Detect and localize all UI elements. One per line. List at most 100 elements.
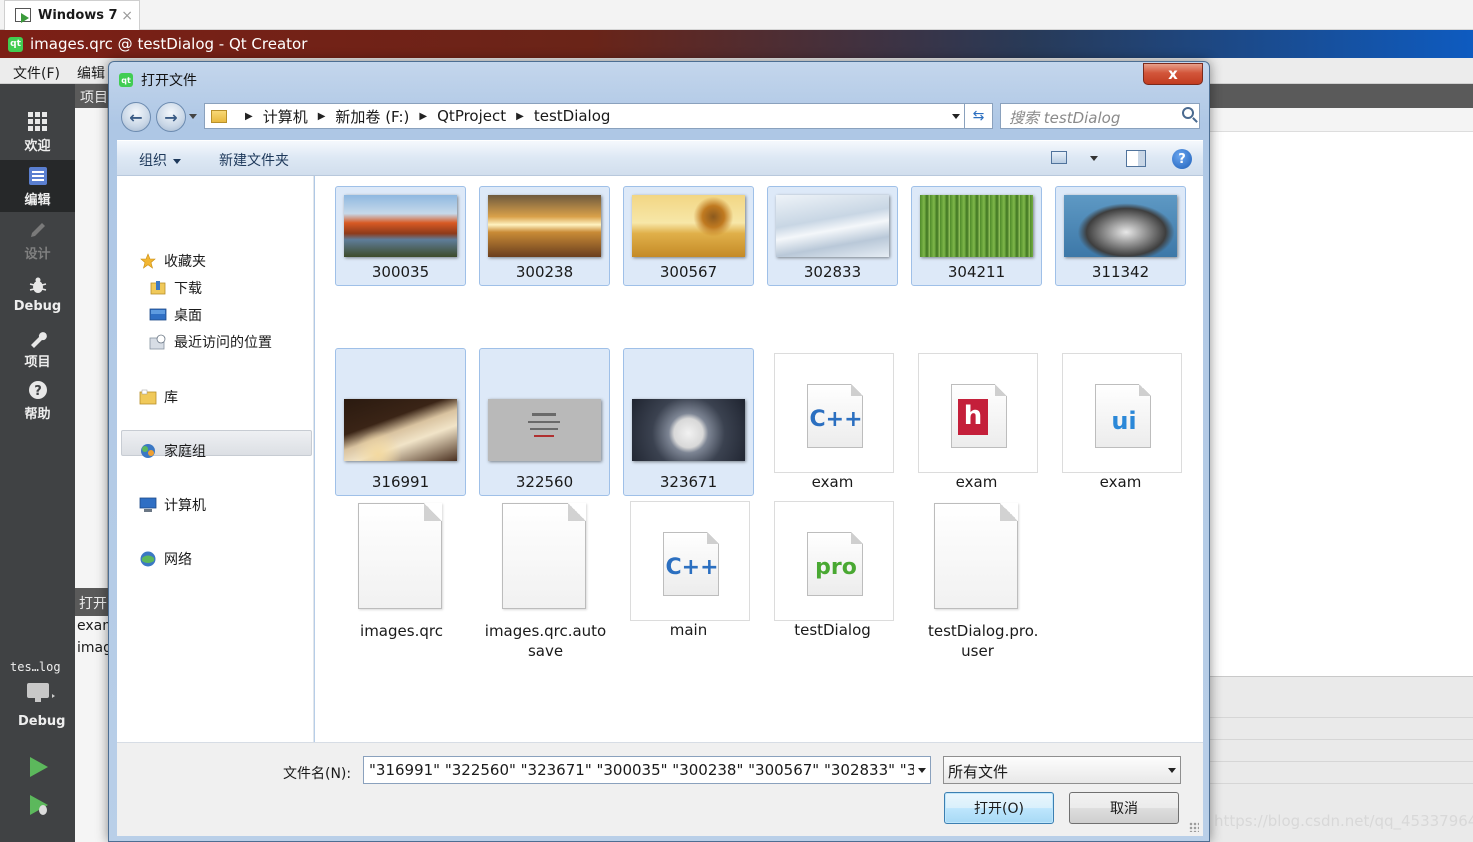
desktop-icon [149, 306, 167, 324]
file-item-322560[interactable]: 322560 [479, 348, 610, 496]
chevron-right-icon[interactable]: ▶ [318, 111, 326, 122]
file-item-exam-ui[interactable]: ui exam [1055, 348, 1186, 496]
mode-label: Debug [13, 298, 62, 314]
mode-edit[interactable]: 编辑 [0, 160, 75, 212]
file-item-300238[interactable]: 300238 [479, 186, 610, 286]
breadcrumb-drive[interactable]: 新加卷 (F:) [335, 106, 409, 127]
nav-favorites[interactable]: 收藏夹 [139, 251, 206, 271]
file-item-300567[interactable]: 300567 [623, 186, 754, 286]
search-input[interactable]: 搜索 testDialog [1000, 103, 1200, 129]
file-item-images-qrc-autosave[interactable]: images.qrc.auto save [479, 496, 610, 660]
view-options-dropdown[interactable] [1090, 156, 1098, 161]
file-item-304211[interactable]: 304211 [911, 186, 1042, 286]
nav-recent-places[interactable]: 最近访问的位置 [149, 332, 272, 352]
file-icon-frame: h [918, 353, 1038, 473]
nav-homegroup[interactable]: 家庭组 [139, 441, 206, 461]
change-view-icon[interactable] [1051, 151, 1067, 164]
file-item-316991[interactable]: 316991 [335, 348, 466, 496]
recent-places-icon [149, 333, 167, 351]
navigation-pane: 收藏夹 下载 桌面 最近访问的位置 库 家庭组 计算机 网络 [117, 176, 314, 742]
mode-design[interactable]: 设计 [0, 214, 75, 266]
debug-run-icon[interactable] [28, 794, 52, 822]
back-button[interactable]: ← [121, 102, 151, 132]
filename-input[interactable]: "316991" "322560" "323671" "300035" "300… [363, 756, 931, 784]
file-list-view: 300035 300238 300567 302833 304211 31134… [315, 176, 1203, 742]
refresh-button[interactable]: ⇆ [965, 103, 993, 129]
open-doc-item[interactable]: imag [77, 640, 108, 656]
bug-icon [26, 275, 50, 297]
file-badge: C++ [665, 555, 719, 580]
file-item-main-cpp[interactable]: C++ main [623, 496, 754, 644]
address-dropdown-icon[interactable] [952, 114, 960, 119]
vm-tab-bar: Windows 7 × [0, 0, 1473, 30]
recent-locations-dropdown[interactable] [189, 114, 197, 119]
chevron-right-icon[interactable]: ▶ [245, 111, 253, 122]
nav-label: 计算机 [164, 498, 206, 514]
file-item-exam-h[interactable]: h exam [911, 348, 1042, 496]
vm-tab-windows7[interactable]: Windows 7 × [4, 0, 140, 30]
file-name: 322560 [515, 473, 574, 491]
address-bar[interactable]: ▶ 计算机 ▶ 新加卷 (F:) ▶ QtProject ▶ testDialo… [204, 103, 965, 129]
file-type-select[interactable]: 所有文件 [943, 756, 1181, 784]
menu-file[interactable]: 文件(F) [13, 63, 60, 83]
close-icon[interactable]: × [121, 8, 133, 24]
file-name: images.qrc [360, 622, 443, 640]
open-button[interactable]: 打开(O) [944, 792, 1054, 824]
svg-text:?: ? [34, 384, 42, 399]
monitor-icon[interactable] [26, 682, 55, 704]
cancel-button[interactable]: 取消 [1069, 792, 1179, 824]
file-item-323671[interactable]: 323671 [623, 348, 754, 496]
dialog-close-button[interactable]: x [1143, 63, 1203, 85]
file-item-images-qrc[interactable]: images.qrc [335, 496, 466, 644]
file-icon-frame: pro [774, 501, 894, 621]
nav-downloads[interactable]: 下载 [149, 278, 202, 298]
chevron-right-icon[interactable]: ▶ [419, 111, 427, 122]
preview-pane-icon[interactable] [1126, 150, 1146, 167]
file-item-311342[interactable]: 311342 [1055, 186, 1186, 286]
computer-icon [139, 496, 157, 514]
file-item-300035[interactable]: 300035 [335, 186, 466, 286]
file-name: 316991 [371, 473, 430, 491]
menu-edit[interactable]: 编辑 [77, 63, 105, 83]
mode-welcome[interactable]: 欢迎 [0, 106, 75, 158]
nav-network[interactable]: 网络 [139, 549, 192, 569]
new-folder-button[interactable]: 新建文件夹 [219, 150, 289, 170]
file-item-exam-cpp[interactable]: C++ exam [767, 348, 898, 496]
folder-icon [211, 109, 227, 123]
blank-file-icon [934, 503, 1018, 609]
mode-projects[interactable]: 项目 [0, 322, 75, 374]
resize-grip[interactable] [1189, 822, 1199, 832]
pencil-icon [26, 219, 50, 241]
breadcrumb-computer[interactable]: 计算机 [263, 106, 308, 127]
run-icon[interactable] [28, 756, 50, 782]
forward-button[interactable]: → [156, 102, 186, 132]
breadcrumb-testdialog[interactable]: testDialog [534, 107, 611, 125]
organize-button[interactable]: 组织 [139, 150, 181, 170]
mode-help[interactable]: ? 帮助 [0, 374, 75, 426]
open-file-dialog: qt 打开文件 x ← → ▶ 计算机 ▶ 新加卷 (F:) ▶ QtProje… [108, 61, 1210, 842]
file-icon-frame: ui [1062, 353, 1182, 473]
image-thumbnail [344, 399, 457, 461]
qt-logo-icon: qt [119, 73, 133, 87]
nav-desktop[interactable]: 桌面 [149, 305, 202, 325]
mode-label: 项目 [24, 354, 51, 370]
nav-label: 网络 [164, 552, 192, 568]
help-icon[interactable]: ? [1172, 149, 1192, 169]
blank-file-icon [358, 503, 442, 609]
file-item-testdialog-pro[interactable]: pro testDialog [767, 496, 898, 644]
mode-debug[interactable]: Debug [0, 268, 75, 320]
pro-file-icon: pro [807, 532, 863, 596]
filename-history-dropdown[interactable] [914, 757, 930, 783]
open-doc-item[interactable]: exam [77, 618, 108, 634]
breadcrumb-qtproject[interactable]: QtProject [437, 107, 506, 125]
search-icon[interactable] [1182, 107, 1194, 119]
library-icon [139, 388, 157, 406]
file-name: 300567 [659, 263, 718, 281]
nav-computer[interactable]: 计算机 [139, 495, 206, 515]
file-item-testdialog-pro-user[interactable]: testDialog.pro. user [911, 496, 1042, 660]
nav-libraries[interactable]: 库 [139, 387, 178, 407]
file-item-302833[interactable]: 302833 [767, 186, 898, 286]
chevron-right-icon[interactable]: ▶ [516, 111, 524, 122]
file-name: 323671 [659, 473, 718, 491]
document-icon [26, 165, 50, 187]
